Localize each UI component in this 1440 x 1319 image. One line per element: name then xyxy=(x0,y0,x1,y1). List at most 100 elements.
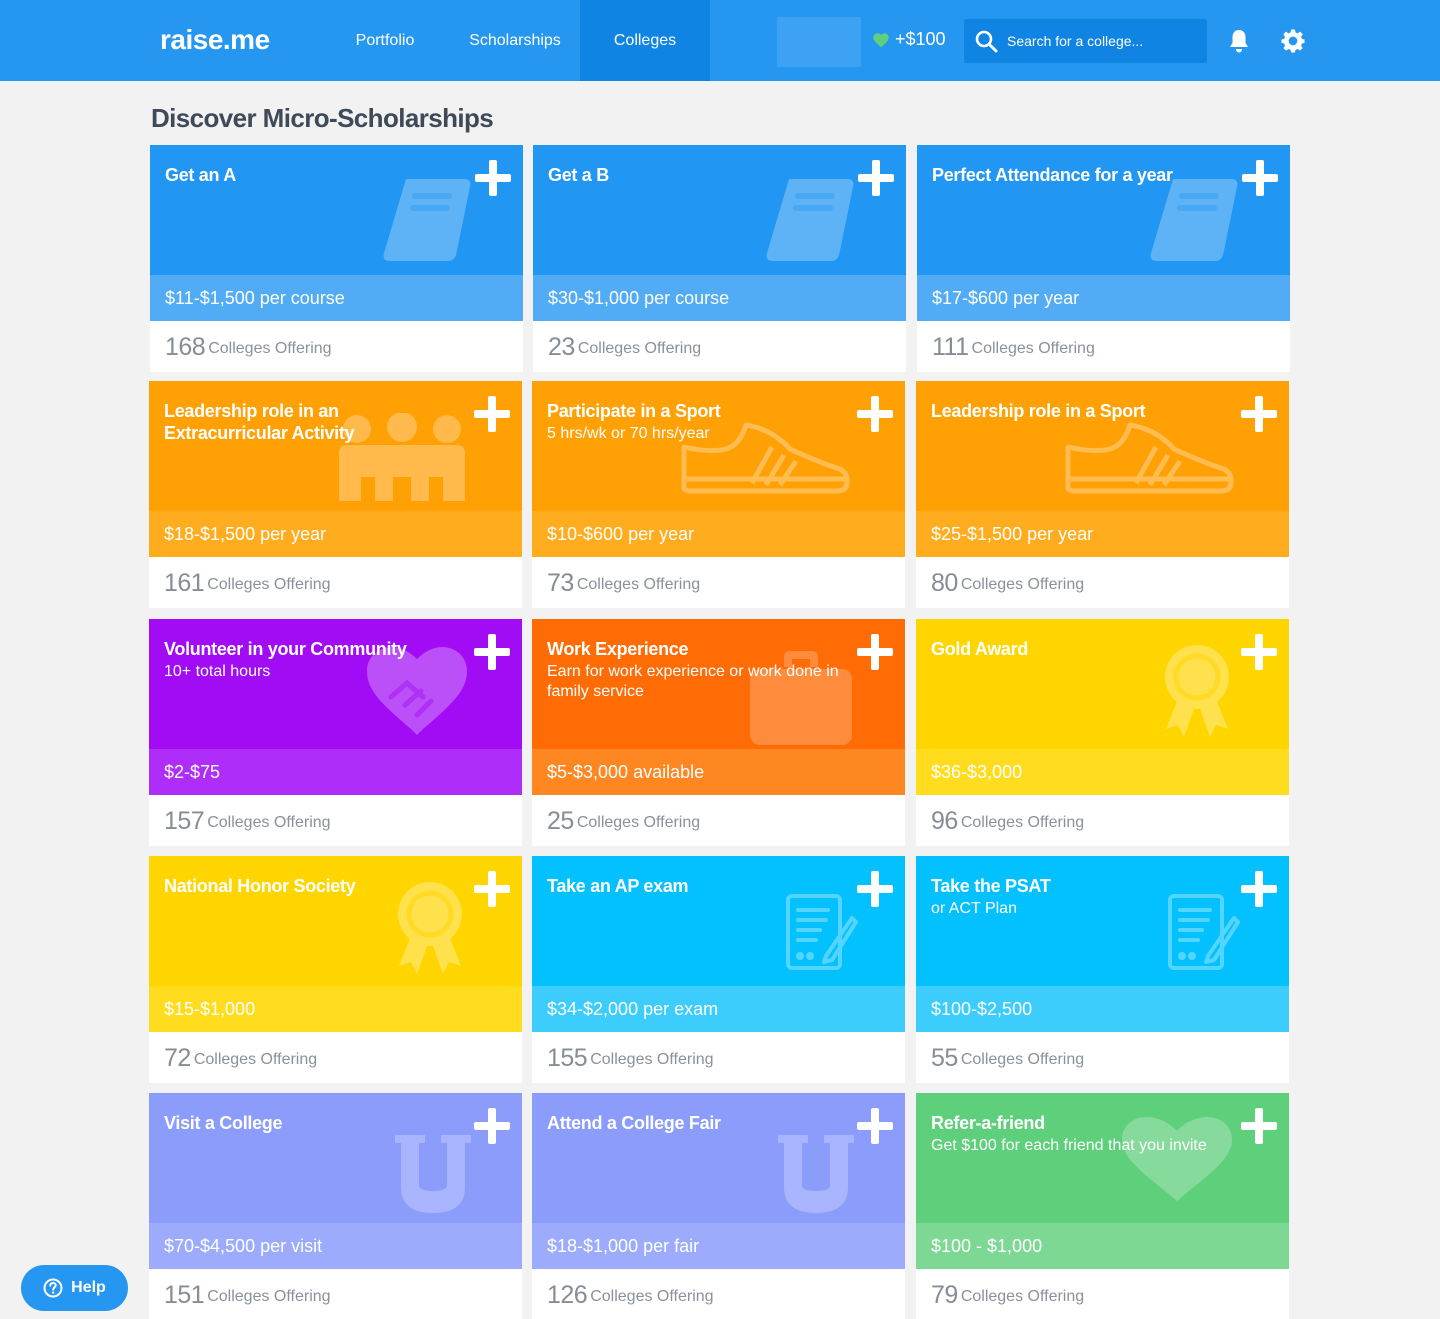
colleges-offering-label: Colleges Offering xyxy=(207,576,331,593)
heart-icon xyxy=(873,32,889,47)
add-icon[interactable] xyxy=(855,632,895,672)
colleges-offering-label: Colleges Offering xyxy=(960,576,1085,593)
book-icon xyxy=(1150,179,1238,261)
card-subtitle: Earn for work experience or work done in… xyxy=(547,663,839,700)
card-colleges-offering: 126 Colleges Offering xyxy=(532,1269,905,1319)
card-amount: $15-$1,000 xyxy=(149,986,522,1032)
add-icon[interactable] xyxy=(855,869,895,909)
exam-paper-icon xyxy=(786,894,858,970)
add-icon[interactable] xyxy=(1239,394,1279,434)
colleges-count: 126 xyxy=(547,1281,588,1309)
nav-portfolio[interactable]: Portfolio xyxy=(330,0,440,81)
sneaker-icon xyxy=(1065,422,1234,494)
card-amount: $70-$4,500 per visit xyxy=(149,1223,522,1269)
earned-amount[interactable]: +$100 xyxy=(872,29,946,50)
colleges-offering-label: Colleges Offering xyxy=(960,1288,1085,1305)
colleges-offering-label: Colleges Offering xyxy=(207,814,331,831)
card-header: Get a B xyxy=(533,145,906,275)
nav-scholarships[interactable]: Scholarships xyxy=(456,0,574,81)
scholarship-card-leadership-extracurricular[interactable]: Leadership role in an Extracurricular Ac… xyxy=(149,381,522,608)
card-amount: $100-$2,500 xyxy=(916,986,1289,1032)
card-amount: $100 - $1,000 xyxy=(916,1223,1289,1269)
card-header: Refer-a-friend Get $100 for each friend … xyxy=(916,1093,1289,1223)
colleges-offering-label: Colleges Offering xyxy=(960,814,1085,831)
colleges-count: 80 xyxy=(931,569,958,597)
add-icon[interactable] xyxy=(472,1106,512,1146)
scholarship-card-get-a-b[interactable]: Get a B $30-$1,000 per course 23 Colleges… xyxy=(533,145,906,372)
scholarship-card-work-experience[interactable]: Work Experience Earn for work experience… xyxy=(532,619,905,846)
scholarship-card-college-fair[interactable]: Attend a College Fair $18-$1,000 per fai… xyxy=(532,1093,905,1319)
colleges-offering-label: Colleges Offering xyxy=(971,340,1095,357)
scholarship-card-perfect-attendance[interactable]: Perfect Attendance for a year $17-$600 p… xyxy=(917,145,1290,372)
card-amount: $34-$2,000 per exam xyxy=(532,986,905,1032)
add-icon[interactable] xyxy=(1239,869,1279,909)
scholarship-card-psat[interactable]: Take the PSAT or ACT Plan $100-$2,500 55… xyxy=(916,856,1289,1083)
colleges-count: 96 xyxy=(931,807,958,835)
card-subtitle: 10+ total hours xyxy=(164,663,271,680)
scholarship-card-get-an-a[interactable]: Get an A $11-$1,500 per course 168 Colleg… xyxy=(150,145,523,372)
card-colleges-offering: 111 Colleges Offering xyxy=(917,321,1290,372)
scholarship-card-ap-exam[interactable]: Take an AP exam $34-$2,000 per exam 155 C… xyxy=(532,856,905,1083)
bell-icon[interactable] xyxy=(1227,28,1251,54)
scholarship-card-national-honor-society[interactable]: National Honor Society $15-$1,000 72 Coll… xyxy=(149,856,522,1083)
add-icon[interactable] xyxy=(472,632,512,672)
raise-me-logo[interactable]: raise.me xyxy=(160,24,270,56)
scholarship-card-volunteer[interactable]: Volunteer in your Community 10+ total ho… xyxy=(149,619,522,846)
colleges-offering-label: Colleges Offering xyxy=(207,1288,331,1305)
earned-amount-value: +$100 xyxy=(895,29,946,49)
university-u-icon xyxy=(778,1135,854,1213)
card-subtitle: or ACT Plan xyxy=(931,900,1017,917)
card-colleges-offering: 151 Colleges Offering xyxy=(149,1269,522,1319)
card-amount: $18-$1,500 per year xyxy=(149,511,522,557)
colleges-count: 23 xyxy=(548,333,575,361)
add-icon[interactable] xyxy=(472,869,512,909)
colleges-count: 73 xyxy=(547,569,574,597)
colleges-offering-label: Colleges Offering xyxy=(576,814,701,831)
add-icon[interactable] xyxy=(1240,158,1280,198)
colleges-count: 79 xyxy=(931,1281,958,1309)
card-colleges-offering: 168 Colleges Offering xyxy=(150,321,523,372)
card-amount: $17-$600 per year xyxy=(917,275,1290,321)
scholarship-card-visit-college[interactable]: Visit a College $70-$4,500 per visit 151… xyxy=(149,1093,522,1319)
card-colleges-offering: 55 Colleges Offering xyxy=(916,1032,1289,1083)
colleges-offering-label: Colleges Offering xyxy=(590,1288,714,1305)
scholarship-card-gold-award[interactable]: Gold Award $36-$3,000 96 Colleges Offerin… xyxy=(916,619,1289,846)
card-title: Refer-a-friend xyxy=(931,1113,1045,1133)
card-title: Volunteer in your Community xyxy=(164,639,407,659)
scholarship-card-participate-sport[interactable]: Participate in a Sport 5 hrs/wk or 70 hr… xyxy=(532,381,905,608)
colleges-count: 151 xyxy=(164,1281,205,1309)
colleges-count: 111 xyxy=(932,333,969,361)
card-header: Get an A xyxy=(150,145,523,275)
card-title: Work Experience xyxy=(547,639,689,659)
nav-colleges[interactable]: Colleges xyxy=(580,0,710,81)
card-title: Take an AP exam xyxy=(547,876,689,896)
add-icon[interactable] xyxy=(856,158,896,198)
card-header: Volunteer in your Community 10+ total ho… xyxy=(149,619,522,749)
card-colleges-offering: 23 Colleges Offering xyxy=(533,321,906,372)
scholarship-card-leadership-sport[interactable]: Leadership role in a Sport $25-$1,500 pe… xyxy=(916,381,1289,608)
card-amount: $5-$3,000 available xyxy=(532,749,905,795)
college-search[interactable] xyxy=(964,19,1207,63)
card-title: Perfect Attendance for a year xyxy=(932,165,1173,185)
colleges-count: 157 xyxy=(164,807,205,835)
add-icon[interactable] xyxy=(1239,632,1279,672)
add-icon[interactable] xyxy=(855,1106,895,1146)
add-icon[interactable] xyxy=(1239,1106,1279,1146)
add-icon[interactable] xyxy=(472,394,512,434)
card-header: Leadership role in an Extracurricular Ac… xyxy=(149,381,522,511)
scholarship-card-refer-a-friend[interactable]: Refer-a-friend Get $100 for each friend … xyxy=(916,1093,1289,1319)
colleges-count: 161 xyxy=(164,569,205,597)
card-header: Gold Award xyxy=(916,619,1289,749)
card-title: Attend a College Fair xyxy=(547,1113,721,1133)
card-header: Participate in a Sport 5 hrs/wk or 70 hr… xyxy=(532,381,905,511)
search-icon xyxy=(975,30,998,53)
card-colleges-offering: 79 Colleges Offering xyxy=(916,1269,1289,1319)
colleges-offering-label: Colleges Offering xyxy=(576,576,701,593)
card-header: Take an AP exam xyxy=(532,856,905,986)
colleges-offering-label: Colleges Offering xyxy=(960,1051,1085,1068)
search-input[interactable] xyxy=(1007,33,1197,49)
help-button[interactable]: Help xyxy=(21,1265,128,1311)
add-icon[interactable] xyxy=(473,158,513,198)
gear-icon[interactable] xyxy=(1281,29,1305,53)
add-icon[interactable] xyxy=(855,394,895,434)
